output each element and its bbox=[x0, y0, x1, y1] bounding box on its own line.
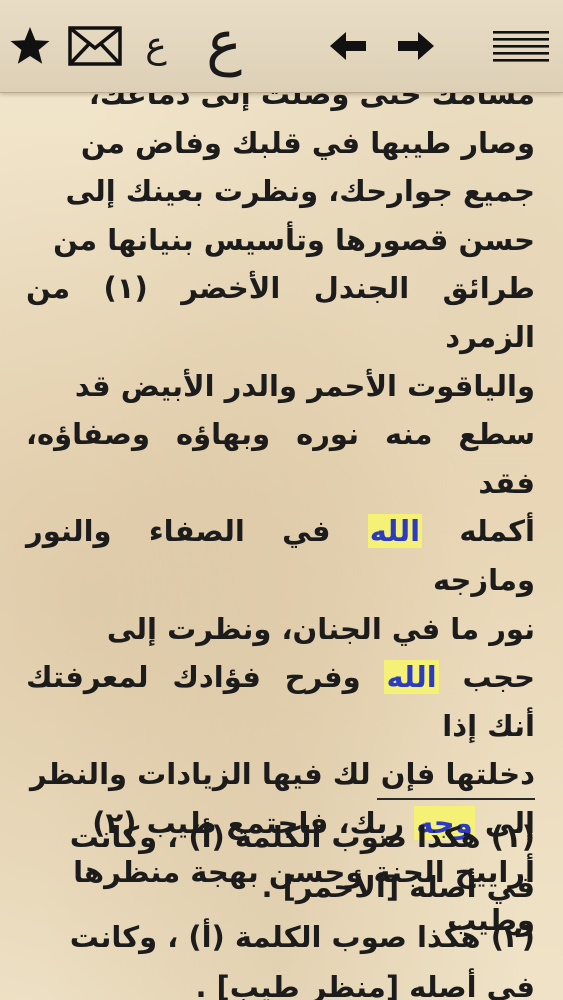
text-line: وصار طيبها في قلبك وفاض من bbox=[80, 125, 535, 160]
highlighted-word[interactable]: الله bbox=[367, 514, 423, 549]
decrease-font-button[interactable]: ع bbox=[136, 14, 176, 78]
increase-font-button[interactable]: ع bbox=[196, 8, 252, 78]
text-line: أكمله الله في الصفاء والنور ومازجه bbox=[26, 507, 535, 604]
menu-icon bbox=[493, 31, 549, 62]
text-line: حجب الله وفرح فؤادك لمعرفتك أنك إذا bbox=[26, 653, 535, 750]
toolbar: ع ع bbox=[0, 0, 563, 93]
arrow-left-icon bbox=[330, 32, 366, 60]
arrow-right-icon bbox=[398, 32, 434, 60]
text-line: حسن قصورها وتأسيس بنيانها من bbox=[53, 222, 535, 257]
text-line: والياقوت الأحمر والدر الأبيض قد bbox=[74, 368, 535, 403]
text-line: جميع جوارحك، ونظرت بعينك إلى bbox=[65, 174, 535, 209]
menu-button[interactable] bbox=[490, 14, 552, 78]
footnote-line: في أصله [الأحمر] . bbox=[261, 870, 535, 904]
footnote-line: (١) هكذا صوب الكلمة (أ) ، وكانت bbox=[69, 820, 535, 854]
bookmark-button[interactable] bbox=[6, 14, 54, 78]
star-icon bbox=[10, 27, 50, 64]
font-small-icon: ع bbox=[145, 25, 167, 66]
reading-area[interactable]: مشامك حتى وصلت إلى دماغك، وصار طيبها في … bbox=[0, 60, 563, 1000]
footnote-separator bbox=[377, 798, 535, 800]
text-segment: أكمله bbox=[422, 514, 535, 549]
previous-page-button[interactable] bbox=[322, 14, 374, 78]
text-line: نور ما في الجنان، ونظرت إلى bbox=[106, 611, 535, 646]
text-line: طرائق الجندل الأخضر (١) من الزمرد bbox=[26, 271, 535, 354]
text-line: دخلتها فإن لك فيها الزيادات والنظر bbox=[30, 757, 535, 792]
footnote-line: (٢) هكذا صوب الكلمة (أ) ، وكانت bbox=[69, 920, 535, 954]
text-line: سطع منه نوره وبهاؤه وصفاؤه، فقد bbox=[26, 417, 535, 500]
reader-page: مشامك حتى وصلت إلى دماغك، وصار طيبها في … bbox=[0, 0, 563, 1000]
highlighted-word[interactable]: الله bbox=[384, 660, 439, 695]
footnote-line: في أصله [منظر طيب] . bbox=[195, 970, 535, 1000]
share-email-button[interactable] bbox=[66, 14, 124, 78]
mail-icon bbox=[68, 26, 122, 66]
footnotes: (١) هكذا صوب الكلمة (أ) ، وكانت في أصله … bbox=[26, 812, 535, 1000]
font-large-icon: ع bbox=[206, 8, 242, 78]
text-segment: حجب bbox=[438, 660, 535, 695]
next-page-button[interactable] bbox=[390, 14, 442, 78]
